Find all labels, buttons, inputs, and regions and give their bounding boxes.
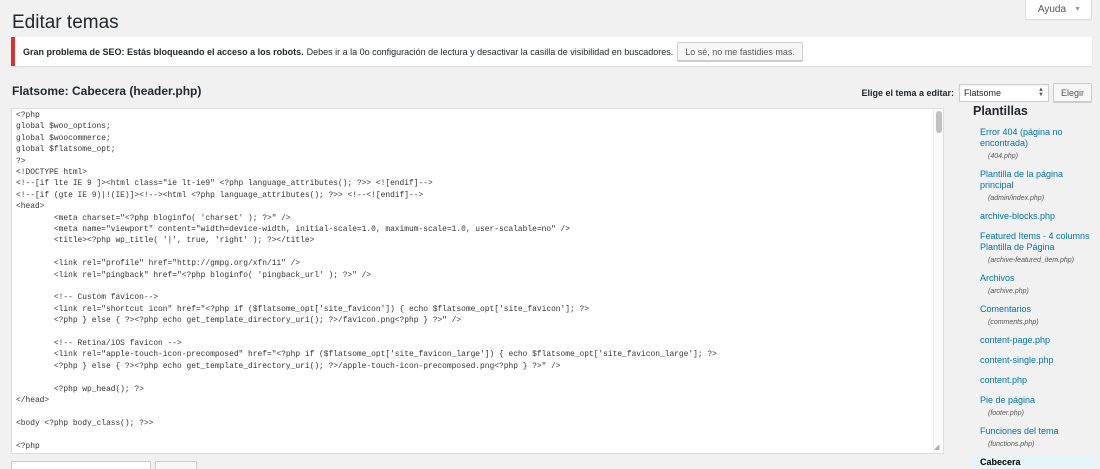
template-label[interactable]: Pie de página bbox=[980, 395, 1093, 406]
file-title: Flatsome: Cabecera (header.php) bbox=[12, 84, 202, 98]
code-line: <?php wp_head(); ?> bbox=[16, 384, 144, 394]
code-line: <link rel="pingback" href="<?php bloginf… bbox=[16, 270, 372, 280]
template-item[interactable]: Pie de página (footer.php) bbox=[972, 393, 1096, 421]
code-line: ?> bbox=[16, 156, 26, 166]
template-filename: (footer.php) bbox=[988, 410, 1024, 417]
theme-selected-value: Flatsome bbox=[963, 87, 1001, 98]
template-label[interactable]: content-page.php bbox=[980, 335, 1093, 346]
scrollbar-thumb[interactable] bbox=[936, 111, 942, 133]
templates-heading: Plantillas bbox=[973, 104, 1028, 118]
theme-select[interactable]: Flatsome ▲ ▼ bbox=[958, 83, 1049, 102]
chevron-down-icon: ▼ bbox=[1074, 6, 1081, 13]
select-arrows-icon: ▲ ▼ bbox=[1038, 86, 1044, 98]
code-editor[interactable]: <?php global $woo_options; global $woocomm… bbox=[11, 108, 944, 454]
code-line: global $woocommerce; bbox=[16, 133, 111, 143]
template-item[interactable]: Comentarios (comments.php) bbox=[972, 302, 1096, 330]
code-line: </head> bbox=[16, 396, 50, 406]
seo-notice: Gran problema de SEO: Estás bloqueando e… bbox=[11, 37, 1092, 66]
template-item[interactable]: Error 404 (página no encontrada) (404.php… bbox=[972, 125, 1096, 164]
code-line: <!DOCTYPE html> bbox=[16, 168, 88, 178]
template-label[interactable]: Archivos bbox=[980, 273, 1093, 284]
bottom-select[interactable] bbox=[11, 461, 151, 469]
code-line: <head> bbox=[16, 202, 45, 212]
code-line: <meta charset="<?php bloginfo( 'charset'… bbox=[16, 213, 291, 223]
code-line: <title><?php wp_title( '|', true, 'right… bbox=[16, 236, 315, 246]
dismiss-notice-button[interactable]: Lo sé, no me fastidies mas. bbox=[677, 42, 803, 61]
template-label[interactable]: Plantilla de la página principal bbox=[980, 169, 1093, 191]
template-item[interactable]: content-single.php bbox=[972, 353, 1096, 370]
code-line: <link rel="apple-touch-icon-precomposed"… bbox=[16, 350, 717, 360]
select-theme-button[interactable]: Elegir bbox=[1052, 83, 1092, 102]
help-label: Ayuda bbox=[1037, 4, 1067, 15]
editor-scrollbar[interactable] bbox=[933, 109, 943, 453]
template-filename: (admin/index.php) bbox=[988, 195, 1045, 202]
resize-handle-icon[interactable]: ◢ bbox=[934, 444, 942, 452]
theme-select-label: Elige el tema a editar: bbox=[861, 87, 954, 98]
template-item[interactable]: Plantilla de la página principal (admin/i… bbox=[972, 167, 1096, 206]
bottom-controls bbox=[11, 461, 197, 469]
help-tab[interactable]: Ayuda ▼ bbox=[1024, 0, 1092, 20]
template-filename: (404.php) bbox=[988, 153, 1018, 160]
templates-sidebar: Plantillas Error 404 (página no encontra… bbox=[972, 104, 1096, 469]
code-line: <link rel="shortcut icon" href="<?php if… bbox=[16, 304, 589, 314]
template-item[interactable]: Featured Items - 4 columns Plantilla de … bbox=[972, 229, 1096, 268]
notice-bold-text: Gran problema de SEO: Estás bloqueando e… bbox=[23, 46, 304, 57]
template-item[interactable]: archive-blocks.php bbox=[972, 209, 1096, 226]
template-label[interactable]: Funciones del tema bbox=[980, 426, 1093, 437]
template-filename: (archive.php) bbox=[988, 288, 1029, 295]
code-line: <link rel="profile" href="http://gmpg.or… bbox=[16, 259, 301, 269]
template-filename: (archive-featured_item.php) bbox=[988, 257, 1074, 264]
code-line: <?php } else { ?><?php echo get_template… bbox=[16, 316, 462, 326]
template-label[interactable]: Cabecera bbox=[980, 457, 1093, 468]
template-item[interactable]: Archivos (archive.php) bbox=[972, 271, 1096, 299]
code-line: <meta name="viewport" content="width=dev… bbox=[16, 225, 571, 235]
code-line: <!--[if lte IE 9 ]><html class="ie lt-ie… bbox=[16, 179, 433, 189]
template-item[interactable]: Funciones del tema (functions.php) bbox=[972, 424, 1096, 452]
theme-picker: Elige el tema a editar: Flatsome ▲ ▼ Eleg… bbox=[861, 83, 1092, 102]
code-textarea[interactable]: <?php global $woo_options; global $woocomm… bbox=[16, 110, 929, 452]
code-line: <!--[if (gte IE 9)|!(IE)]><!--><html <?p… bbox=[16, 190, 424, 200]
code-line: <body <?php body_class(); ?>> bbox=[16, 418, 154, 428]
template-label[interactable]: Error 404 (página no encontrada) bbox=[980, 127, 1093, 149]
template-label[interactable]: Comentarios bbox=[980, 304, 1093, 315]
code-line: <!-- Custom favicon--> bbox=[16, 293, 159, 303]
templates-list: Error 404 (página no encontrada) (404.php… bbox=[972, 125, 1096, 469]
template-filename: (comments.php) bbox=[988, 319, 1039, 326]
template-item[interactable]: content-page.php bbox=[972, 333, 1096, 350]
template-label[interactable]: content.php bbox=[980, 375, 1093, 386]
notice-text: Debes ir a la 0o configuración de lectur… bbox=[306, 46, 674, 57]
template-label[interactable]: archive-blocks.php bbox=[980, 211, 1093, 222]
template-label[interactable]: Featured Items - 4 columns Plantilla de … bbox=[980, 231, 1093, 253]
template-filename: (functions.php) bbox=[988, 441, 1035, 448]
template-label[interactable]: content-single.php bbox=[980, 355, 1093, 366]
template-item[interactable]: Cabecera(header.php) bbox=[972, 455, 1096, 469]
bottom-button[interactable] bbox=[155, 461, 197, 469]
code-line: global $woo_options; bbox=[16, 122, 111, 132]
code-line: <?php bbox=[16, 441, 40, 451]
code-line: <!-- Retina/iOS favicon --> bbox=[16, 339, 182, 349]
template-item[interactable]: content.php bbox=[972, 373, 1096, 390]
code-line: <?php bbox=[16, 111, 40, 120]
code-line: <?php } else { ?><?php echo get_template… bbox=[16, 361, 561, 371]
page-title: Editar temas bbox=[12, 12, 119, 33]
code-line: global $flatsome_opt; bbox=[16, 145, 116, 155]
